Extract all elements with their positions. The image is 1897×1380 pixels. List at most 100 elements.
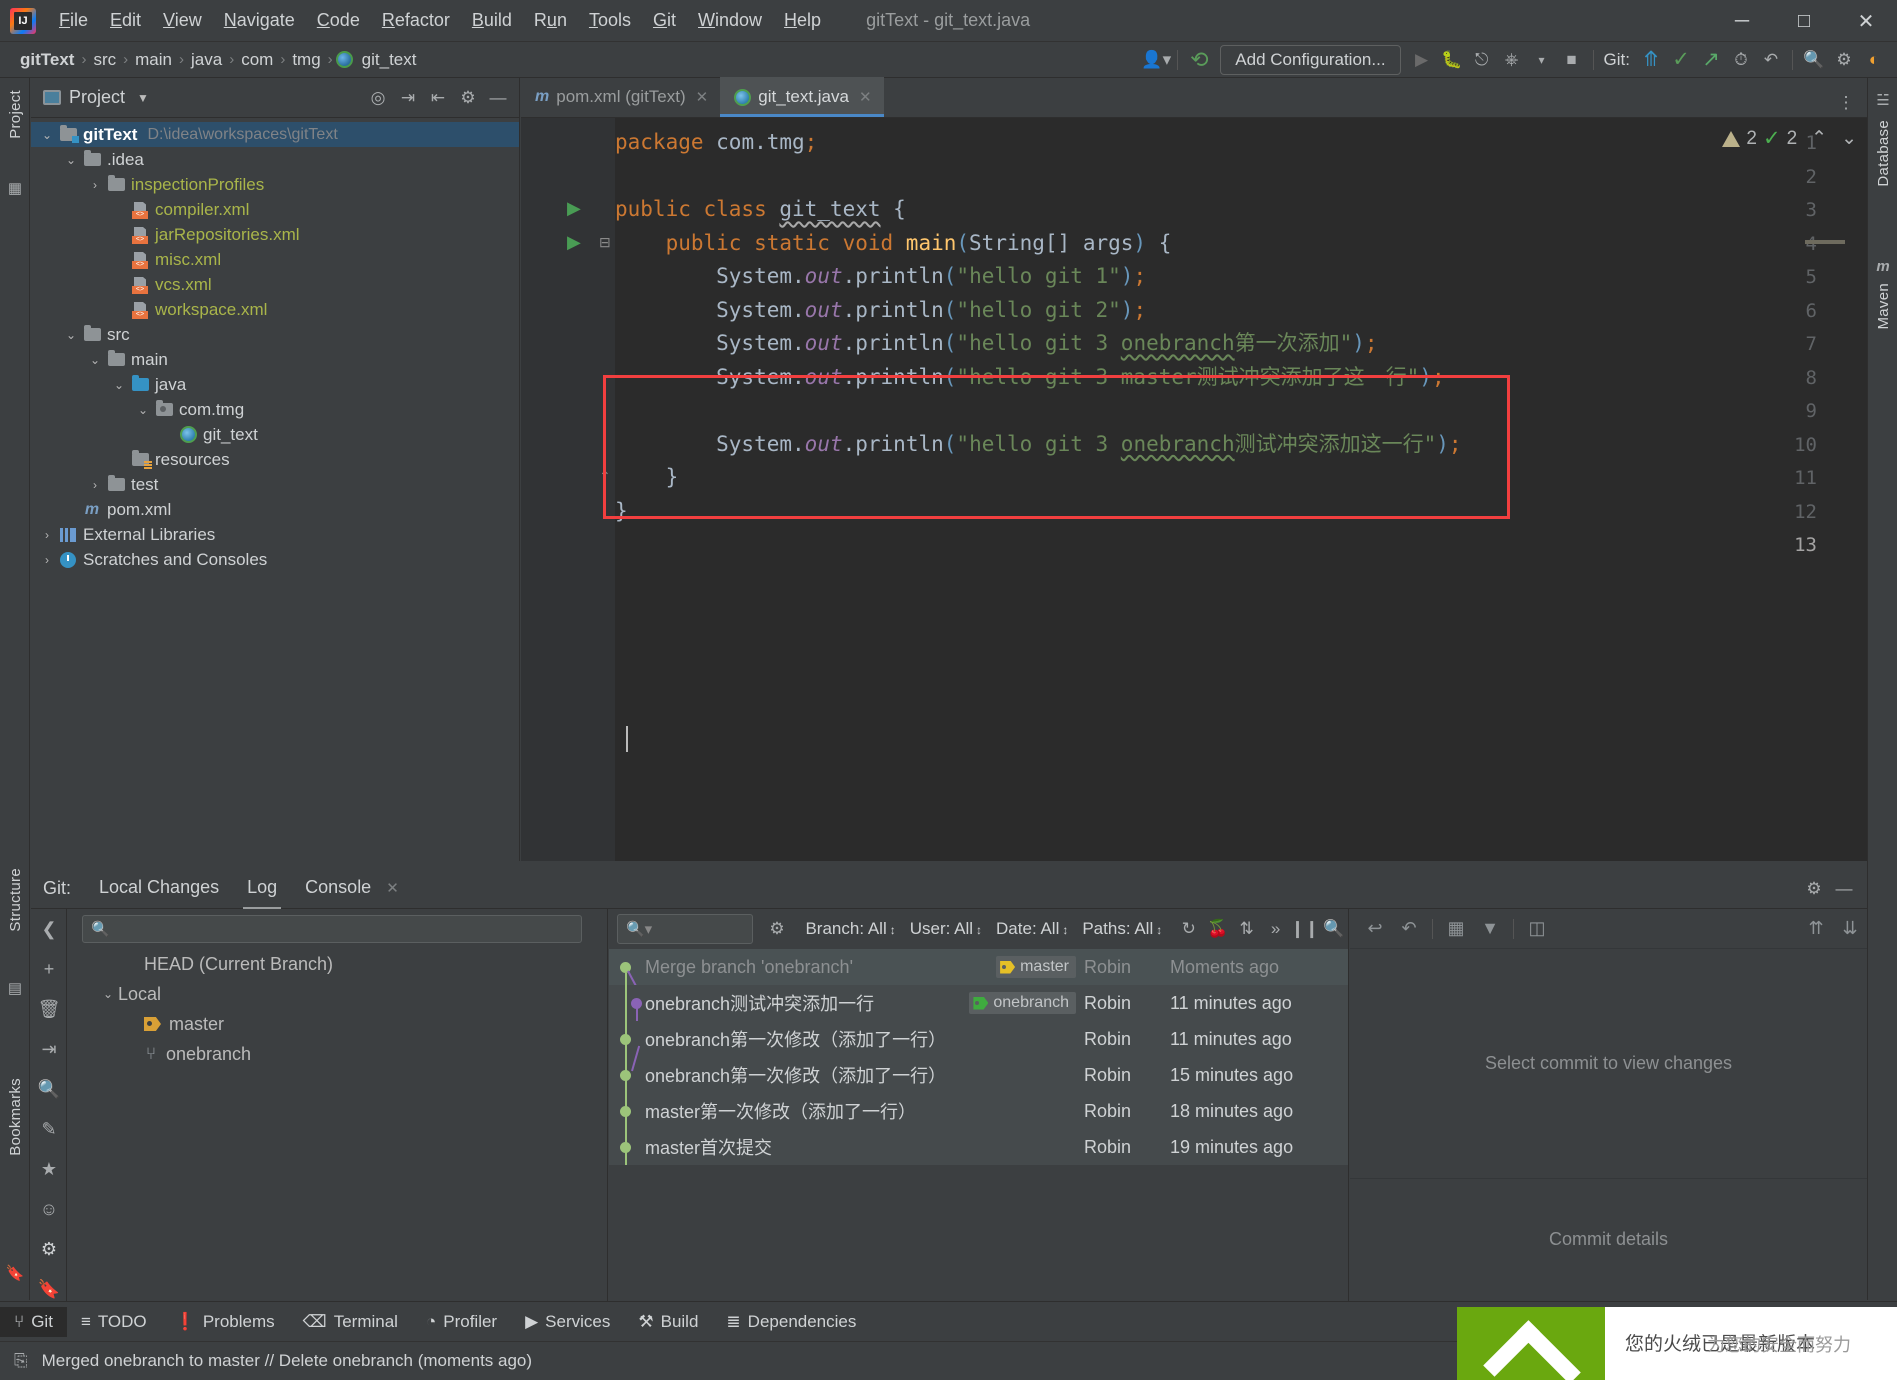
update-project-icon[interactable]: ⤊ [1636,46,1666,74]
filter-paths[interactable]: Paths: All ↕ [1082,919,1162,939]
dropdown-icon[interactable]: ▾ [1527,46,1557,74]
menu-tools[interactable]: Tools [578,6,642,35]
locate-icon[interactable]: ◎ [363,84,393,112]
tree-node--idea[interactable]: ⌄ .idea [31,147,519,172]
breadcrumb-item-com[interactable]: com [237,49,277,71]
code-fold-icon[interactable]: ⊟ [599,234,611,251]
branch-tree[interactable]: HEAD (Current Branch) ⌄ Local master ⑂ onebra… [68,949,607,1069]
editor-gutter[interactable] [521,118,615,868]
search-icon[interactable]: 🔍 [1319,914,1348,944]
expand-all-icon[interactable]: ⇥ [393,84,423,112]
tool-window-tab-problems[interactable]: ❗ Problems [161,1307,289,1337]
strip-tab-bookmarks[interactable]: Bookmarks [7,1078,24,1156]
code-fold-end-icon[interactable]: ⌃ [599,468,611,485]
commit-icon[interactable]: ✓ [1666,46,1696,74]
project-tree[interactable]: ⌄ gitText D:\idea\workspaces\gitText ⌄ .idea… [31,118,519,572]
commit-search-input[interactable]: 🔍▾ [617,914,753,944]
settings-icon[interactable]: ⚙ [763,914,792,944]
menu-help[interactable]: Help [773,6,832,35]
git-tab-log[interactable]: Log [243,877,282,910]
refresh-icon[interactable]: ↻ [1174,914,1203,944]
build-hammer-icon[interactable]: ⟲ [1184,46,1214,74]
run-coverage-icon[interactable]: ⎋ [1467,46,1497,74]
branch-node-local[interactable]: ⌄ Local [68,979,607,1009]
menu-file[interactable]: File [48,6,99,35]
horizontal-splitter[interactable] [31,861,1867,869]
close-button[interactable]: ✕ [1835,0,1897,42]
tool-window-tab-todo[interactable]: ≡ TODO [67,1307,161,1337]
chevron-down-icon[interactable]: ⌄ [61,153,81,167]
code-editor[interactable]: 123▶4▶⊟567891011⌃1213 package com.tmg;pu… [521,118,1867,868]
chevron-right-icon[interactable]: › [37,553,57,567]
strip-tab-project[interactable]: Project [7,90,24,139]
source-code[interactable]: package com.tmg; public class git_text { … [615,118,1867,868]
tree-node-git-text[interactable]: git_text [31,422,519,447]
project-files-icon[interactable]: ▦ [5,178,25,198]
hide-icon[interactable]: — [1829,875,1859,903]
settings-icon[interactable]: ⚙ [31,1229,67,1269]
cherry-pick-icon[interactable]: 🍒 [1203,914,1232,944]
layout-icon[interactable]: ◫ [1520,913,1554,945]
menu-refactor[interactable]: Refactor [371,6,461,35]
filter-branch[interactable]: Branch: All ↕ [805,919,895,939]
search-icon[interactable]: 🔍 [31,1069,67,1109]
settings-icon[interactable]: ⚙ [453,84,483,112]
chevron-down-icon[interactable]: ▼ [137,91,149,105]
settings-icon[interactable]: ⚙ [1829,46,1859,74]
chevron-down-icon[interactable]: ⌄ [98,987,118,1001]
git-tab-local-changes[interactable]: Local Changes [99,877,219,900]
chevron-right-icon[interactable]: › [85,478,105,492]
git-tab-console[interactable]: Console ✕ [305,877,399,900]
commit-row[interactable]: onebranch第一次修改（添加了一行） Robin 11 minutes ago [609,1021,1348,1057]
menu-navigate[interactable]: Navigate [213,6,306,35]
breadcrumb-item-project[interactable]: gitText [16,49,78,71]
tree-node-scratches-and-consoles[interactable]: › Scratches and Consoles [31,547,519,572]
pause-icon[interactable]: ❙❙ [1290,914,1319,944]
tree-node-test[interactable]: › test [31,472,519,497]
profile-run-icon[interactable]: ⎈ [1497,46,1527,74]
tree-node-gittext[interactable]: ⌄ gitText D:\idea\workspaces\gitText [31,122,519,147]
strip-tab-structure[interactable]: Structure [7,868,24,932]
breadcrumb-item-gittext[interactable]: git_text [358,49,421,71]
tree-node-src[interactable]: ⌄ src [31,322,519,347]
revert-icon[interactable]: ↩ [1358,913,1392,945]
tree-node-vcs-xml[interactable]: vcs.xml [31,272,519,297]
tree-node-main[interactable]: ⌄ main [31,347,519,372]
settings-icon[interactable]: ⚙ [1799,875,1829,903]
tree-node-jarrepositories-xml[interactable]: jarRepositories.xml [31,222,519,247]
editor-tab-git-text-java[interactable]: git_text.java ✕ [720,77,884,117]
delete-icon[interactable]: 🗑 [31,989,67,1029]
chevron-right-icon[interactable]: › [37,528,57,542]
commit-row[interactable]: master首次提交 Robin 19 minutes ago [609,1129,1348,1165]
breadcrumb-item-src[interactable]: src [89,49,120,71]
collapse-all-icon[interactable]: ⇊ [1833,913,1867,945]
filter-user[interactable]: User: All ↕ [910,919,982,939]
tree-node-com-tmg[interactable]: ⌄ com.tmg [31,397,519,422]
strip-tab-database[interactable]: Database [1875,120,1892,187]
tree-node-compiler-xml[interactable]: compiler.xml [31,197,519,222]
filter-date[interactable]: Date: All ↕ [996,919,1068,939]
previous-problem-icon[interactable]: ⌃ [1811,127,1827,150]
tree-node-misc-xml[interactable]: misc.xml [31,247,519,272]
favorite-icon[interactable]: ★ [31,1149,67,1189]
branch-node-head-current-branch-[interactable]: HEAD (Current Branch) [68,949,607,979]
profile-icon[interactable]: 👤▾ [1141,46,1171,74]
run-configuration-button[interactable]: Add Configuration... [1220,44,1401,75]
tree-node-workspace-xml[interactable]: workspace.xml [31,297,519,322]
stop-icon[interactable]: ■ [1557,46,1587,74]
tool-window-tab-profiler[interactable]: ◔ Profiler [412,1307,511,1337]
history-icon[interactable]: ⏱ [1726,46,1756,74]
menu-edit[interactable]: Edit [99,6,152,35]
commit-row[interactable]: Merge branch 'onebranch' master Robin Momen… [609,949,1348,988]
menu-build[interactable]: Build [461,6,523,35]
more-icon[interactable]: » [1261,914,1290,944]
minimize-button[interactable]: ─ [1711,0,1773,42]
branch-node-onebranch[interactable]: ⑂ onebranch [68,1039,607,1069]
collapse-all-icon[interactable]: ⇤ [423,84,453,112]
scrollbar-marker[interactable] [1805,240,1845,244]
merge-icon[interactable]: ⇥ [31,1029,67,1069]
editor-tab-pom[interactable]: m pom.xml (gitText) ✕ [521,77,720,117]
chevron-down-icon[interactable]: ⌄ [61,328,81,342]
group-by-icon[interactable]: ▦ [1439,913,1473,945]
search-everywhere-icon[interactable]: 🔍 [1799,46,1829,74]
